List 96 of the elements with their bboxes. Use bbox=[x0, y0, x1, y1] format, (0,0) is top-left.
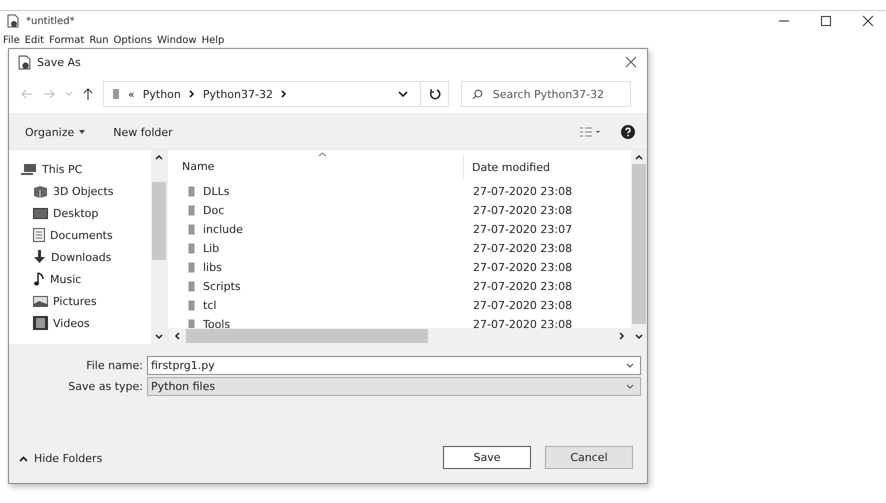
scrollbar-thumb[interactable] bbox=[186, 329, 428, 343]
chevron-right-icon[interactable] bbox=[280, 90, 287, 98]
file-name[interactable]: Lib bbox=[203, 242, 220, 255]
new-folder-button[interactable]: New folder bbox=[113, 126, 173, 138]
picture-icon bbox=[33, 296, 48, 306]
organize-menu[interactable]: Organize bbox=[25, 126, 86, 138]
film-icon bbox=[33, 316, 48, 330]
scrollbar[interactable] bbox=[151, 150, 167, 344]
menu-item[interactable]: Window bbox=[157, 35, 197, 46]
sort-caret-icon bbox=[318, 152, 327, 157]
search-icon bbox=[472, 88, 483, 100]
file-name[interactable]: DLLs bbox=[203, 185, 230, 198]
folder-icon bbox=[188, 224, 195, 235]
up-arrow-icon[interactable] bbox=[83, 88, 93, 100]
folder-icon bbox=[188, 243, 195, 254]
caret-icon bbox=[79, 130, 86, 134]
menu-item[interactable]: Run bbox=[89, 35, 109, 46]
chevron-down-icon[interactable] bbox=[155, 334, 163, 340]
chevron-up-icon bbox=[19, 456, 28, 462]
file-name[interactable]: tcl bbox=[203, 299, 216, 312]
chevron-down-icon[interactable] bbox=[626, 363, 634, 368]
file-type-dropdown[interactable]: Python files bbox=[147, 377, 641, 396]
address-bar[interactable]: « Python Python37-32 bbox=[103, 81, 421, 107]
menu-item[interactable]: Help bbox=[202, 35, 224, 46]
close-icon[interactable] bbox=[625, 56, 637, 68]
breadcrumb-item[interactable]: Python37-32 bbox=[202, 88, 273, 100]
folder-icon bbox=[188, 186, 195, 197]
menu-item[interactable]: File bbox=[3, 35, 20, 46]
refresh-button[interactable] bbox=[421, 81, 449, 107]
sidebar-item[interactable]: Documents bbox=[9, 224, 151, 246]
dialog-title: Save As bbox=[37, 56, 81, 68]
sidebar-item[interactable]: Videos bbox=[9, 312, 151, 334]
date-cell: 27-07-2020 23:08 bbox=[473, 318, 572, 328]
chevron-left-icon[interactable] bbox=[174, 332, 180, 340]
dialog-button[interactable]: Cancel bbox=[545, 446, 633, 469]
sidebar-item[interactable]: Music bbox=[9, 268, 151, 290]
breadcrumb-item[interactable]: Python bbox=[142, 88, 181, 100]
date-cell: 27-07-2020 23:08 bbox=[473, 204, 572, 217]
chevron-right-icon[interactable] bbox=[619, 332, 625, 340]
menu-item[interactable]: Edit bbox=[24, 35, 44, 46]
sidebar-item[interactable]: Downloads bbox=[9, 246, 151, 268]
file-name-field[interactable]: firstprg1.py bbox=[147, 356, 641, 375]
dialog-button[interactable]: Save bbox=[443, 446, 531, 469]
chevron-down-icon[interactable] bbox=[398, 90, 408, 98]
music-note-icon bbox=[33, 272, 45, 286]
view-options-icon[interactable] bbox=[579, 126, 601, 138]
sidebar-item[interactable]: Pictures bbox=[9, 290, 151, 312]
document-icon bbox=[17, 54, 32, 70]
file-name[interactable]: Tools bbox=[203, 318, 230, 328]
folder-icon bbox=[188, 262, 195, 273]
sidebar-item[interactable]: This PC bbox=[9, 158, 151, 180]
folder-icon bbox=[188, 281, 195, 292]
file-name[interactable]: Doc bbox=[203, 204, 224, 217]
hide-folders-button[interactable]: Hide Folders bbox=[19, 452, 102, 469]
folder-icon bbox=[112, 88, 120, 100]
chevron-up-icon[interactable] bbox=[155, 154, 163, 160]
scrollbar-thumb[interactable] bbox=[152, 182, 166, 260]
help-icon[interactable] bbox=[621, 125, 635, 139]
document-icon bbox=[33, 228, 45, 242]
field-label: File name: bbox=[85, 359, 144, 372]
sidebar-item[interactable]: Desktop bbox=[9, 202, 151, 224]
maximize-icon[interactable] bbox=[820, 15, 832, 27]
date-cell: 27-07-2020 23:08 bbox=[473, 261, 572, 274]
search-field[interactable]: Search Python37-32 bbox=[461, 81, 631, 107]
date-cell: 27-07-2020 23:08 bbox=[473, 185, 572, 198]
menu-item[interactable]: Format bbox=[49, 35, 84, 46]
overflow-mark: « bbox=[128, 88, 135, 100]
column-header[interactable]: Name bbox=[168, 154, 464, 180]
scrollbar[interactable] bbox=[631, 150, 647, 344]
file-name[interactable]: Scripts bbox=[203, 280, 241, 293]
file-name[interactable]: include bbox=[203, 223, 243, 236]
column-header[interactable]: Date modified bbox=[464, 160, 550, 174]
field-label: Save as type: bbox=[67, 380, 144, 393]
menu-item[interactable]: Options bbox=[114, 35, 152, 46]
date-cell: 27-07-2020 23:07 bbox=[473, 223, 572, 236]
down-arrow-icon bbox=[33, 250, 46, 264]
document-icon bbox=[6, 14, 20, 28]
file-name[interactable]: libs bbox=[203, 261, 222, 274]
window-title: *untitled* bbox=[26, 16, 75, 26]
refresh-icon bbox=[428, 88, 440, 100]
chevron-right-icon[interactable] bbox=[188, 90, 195, 98]
folder-icon bbox=[188, 319, 195, 328]
date-cell: 27-07-2020 23:08 bbox=[473, 299, 572, 312]
chevron-down-icon[interactable] bbox=[635, 334, 643, 340]
sidebar-item[interactable]: 3D Objects bbox=[9, 180, 151, 202]
folder-icon bbox=[188, 300, 195, 311]
date-cell: 27-07-2020 23:08 bbox=[473, 242, 572, 255]
close-icon[interactable] bbox=[862, 15, 874, 27]
folder-icon bbox=[188, 205, 195, 216]
computer-icon bbox=[21, 163, 37, 175]
chevron-down-icon[interactable] bbox=[626, 384, 634, 389]
scrollbar-thumb[interactable] bbox=[632, 164, 646, 324]
cube-icon bbox=[33, 184, 48, 198]
date-cell: 27-07-2020 23:08 bbox=[473, 280, 572, 293]
chevron-up-icon[interactable] bbox=[635, 154, 643, 160]
desktop-icon bbox=[33, 208, 48, 218]
